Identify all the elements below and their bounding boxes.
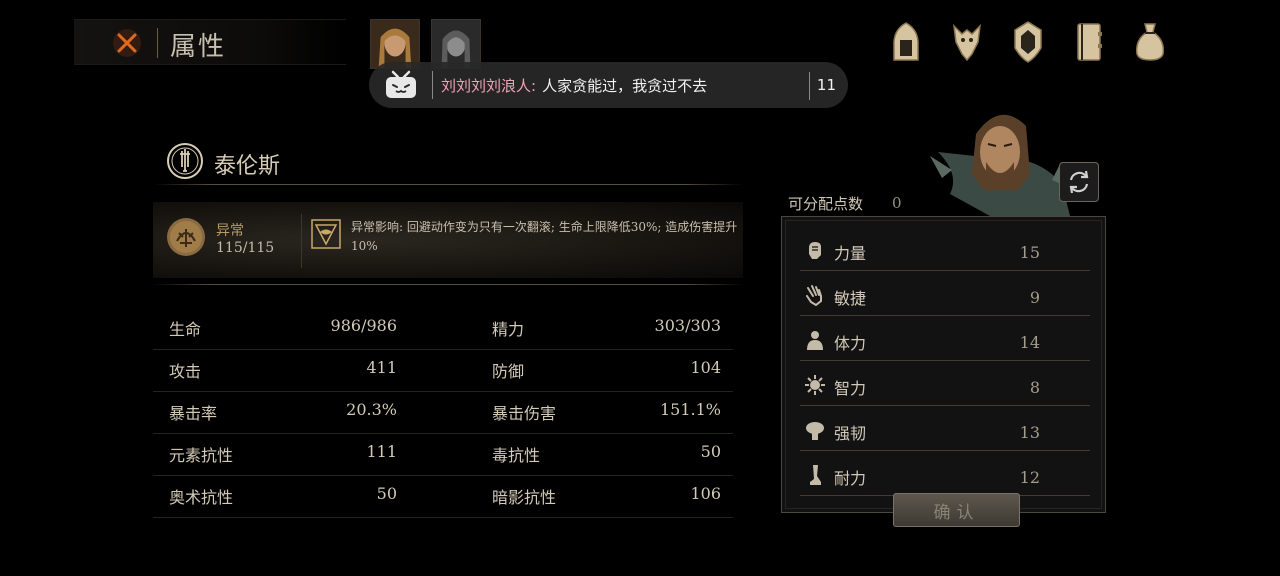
- fist-icon: [809, 242, 821, 259]
- divider: [153, 184, 744, 185]
- abnormal-status-icon: [167, 218, 205, 256]
- attribute-value: 9: [1029, 288, 1040, 307]
- journal-icon[interactable]: [1072, 20, 1106, 64]
- shield-crest-icon[interactable]: [1011, 20, 1045, 64]
- helmet-icon[interactable]: [889, 20, 923, 64]
- stat-row: 生命 986/986 精力 303/303: [153, 308, 733, 350]
- stat-value: 106: [690, 484, 721, 503]
- attribute-value: 13: [1019, 423, 1040, 442]
- attribute-name: 力量: [834, 244, 867, 263]
- stat-row: 攻击 411 防御 104: [153, 350, 733, 392]
- title-bar: 属性: [74, 19, 346, 65]
- stat-label: 攻击: [169, 362, 202, 381]
- close-icon: [113, 29, 141, 57]
- page-title: 属性: [170, 32, 227, 62]
- stat-value: 151.1%: [659, 400, 721, 419]
- status-value: 115/115: [216, 240, 275, 256]
- points-value: 0: [892, 194, 902, 212]
- attribute-name: 敏捷: [834, 289, 867, 308]
- stat-label: 奥术抗性: [169, 488, 234, 507]
- attribute-row-toughness[interactable]: 强韧 13: [800, 406, 1090, 451]
- stat-label: 元素抗性: [169, 446, 234, 465]
- stat-label: 精力: [492, 320, 525, 339]
- stat-value: 20.3%: [346, 400, 397, 419]
- stat-label: 毒抗性: [492, 446, 541, 465]
- status-label: 异常: [216, 223, 244, 239]
- refresh-icon: [1069, 170, 1089, 194]
- stat-value: 50: [700, 442, 721, 461]
- status-effect-text: 异常影响: 回避动作变为只有一次翻滚; 生命上限降低30%; 造成伤害提升10%: [351, 220, 738, 253]
- status-panel: 异常 115/115 异常影响: 回避动作变为只有一次翻滚; 生命上限降低30%…: [153, 202, 743, 278]
- attribute-row-vitality[interactable]: 体力 14: [800, 316, 1090, 361]
- stat-row: 元素抗性 111 毒抗性 50: [153, 434, 733, 476]
- attribute-name: 耐力: [834, 469, 867, 488]
- tree-icon: [806, 422, 824, 440]
- sword-emblem-icon: [167, 143, 203, 179]
- attribute-value: 14: [1019, 333, 1040, 352]
- bilibili-tv-icon: [386, 70, 416, 98]
- danmaku-count: 11: [816, 76, 836, 94]
- refresh-button[interactable]: [1059, 162, 1099, 202]
- stats-table: 生命 986/986 精力 303/303 攻击 411 防御 104 暴击率 …: [153, 308, 733, 518]
- attribute-name: 智力: [834, 379, 867, 398]
- stat-label: 生命: [169, 320, 202, 339]
- stat-value: 303/303: [654, 316, 721, 335]
- character-portrait: [930, 114, 1070, 216]
- stat-label: 暴击伤害: [492, 404, 557, 423]
- confirm-button[interactable]: 确认: [893, 493, 1020, 527]
- pouch-icon[interactable]: [1133, 20, 1167, 64]
- attribute-row-agility[interactable]: 敏捷 9: [800, 271, 1090, 316]
- wolf-crest-icon[interactable]: [950, 20, 984, 64]
- attribute-value: 15: [1019, 243, 1040, 262]
- stat-label: 暴击率: [169, 404, 218, 423]
- top-menu: [889, 20, 1167, 64]
- status-separator: [301, 214, 302, 268]
- stat-value: 111: [366, 442, 397, 461]
- attribute-name: 强韧: [834, 424, 867, 443]
- attribute-value: 12: [1019, 468, 1040, 487]
- stat-label: 暗影抗性: [492, 488, 557, 507]
- leg-icon: [810, 465, 821, 485]
- divider: [153, 284, 744, 285]
- danmaku-user: 刘刘刘刘浪人:: [441, 76, 537, 95]
- danmaku-separator-2: [809, 72, 810, 100]
- mind-icon: [805, 375, 825, 395]
- attribute-value: 8: [1029, 378, 1040, 397]
- points-label: 可分配点数: [788, 195, 864, 213]
- stat-value: 986/986: [330, 316, 397, 335]
- stat-value: 411: [366, 358, 397, 377]
- danmaku-text: 人家贪能过，我贪过不去: [542, 76, 708, 95]
- stat-row: 奥术抗性 50 暗影抗性 106: [153, 476, 733, 518]
- attribute-row-strength[interactable]: 力量 15: [800, 226, 1090, 271]
- attribute-row-endurance[interactable]: 耐力 12: [800, 451, 1090, 496]
- stat-value: 50: [376, 484, 397, 503]
- stat-row: 暴击率 20.3% 暴击伤害 151.1%: [153, 392, 733, 434]
- close-button[interactable]: [110, 26, 144, 60]
- character-name: 泰伦斯: [214, 154, 281, 179]
- attribute-name: 体力: [834, 334, 867, 353]
- effect-eye-icon: [311, 219, 341, 249]
- body-icon: [807, 331, 823, 350]
- hand-icon: [806, 285, 822, 306]
- stat-value: 104: [690, 358, 721, 377]
- attributes-panel: 力量 15 敏捷 9 体力 14 智力 8 强韧 13 耐力 12: [781, 216, 1106, 513]
- title-divider: [157, 28, 158, 58]
- stat-label: 防御: [492, 362, 525, 381]
- danmaku-separator: [432, 71, 433, 99]
- danmaku-bubble: 刘刘刘刘浪人: 人家贪能过，我贪过不去 11: [369, 62, 848, 108]
- attribute-row-intellect[interactable]: 智力 8: [800, 361, 1090, 406]
